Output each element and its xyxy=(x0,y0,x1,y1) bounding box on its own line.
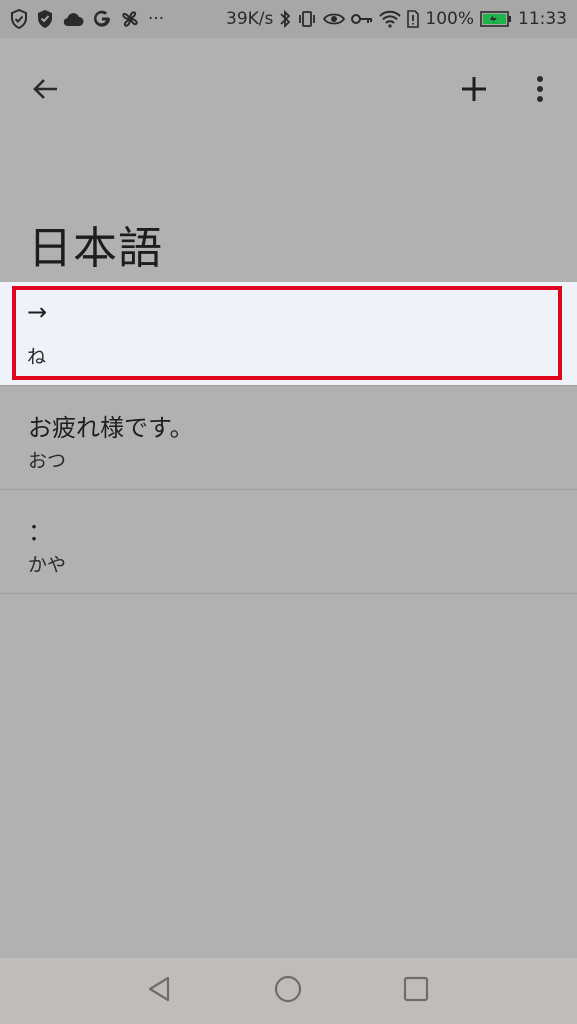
eye-icon xyxy=(323,11,346,27)
shield-check-icon xyxy=(10,9,28,29)
nav-back-button[interactable] xyxy=(119,958,199,1024)
key-icon xyxy=(351,12,373,26)
overflow-menu-button[interactable] xyxy=(520,68,560,114)
vibrate-icon xyxy=(297,9,317,29)
entry-reading: かや xyxy=(28,554,67,576)
list-item[interactable]: → ね xyxy=(0,282,577,386)
sim-alert-icon xyxy=(407,10,420,28)
shield-icon xyxy=(36,9,54,29)
app-toolbar xyxy=(0,38,577,142)
entry-word: ： xyxy=(28,518,52,546)
add-button[interactable] xyxy=(451,68,497,114)
network-speed: 39K/s xyxy=(226,9,274,29)
page-title: 日本語 xyxy=(28,223,163,274)
wifi-icon xyxy=(379,10,402,28)
entry-reading: ね xyxy=(27,346,47,368)
circle-home-icon xyxy=(274,975,302,1007)
clock: 11:33 xyxy=(518,9,567,29)
cloud-icon xyxy=(62,11,84,27)
status-bar: ··· 39K/s 100% 11:33 xyxy=(0,0,577,38)
highlight-frame xyxy=(12,286,562,380)
fan-icon xyxy=(120,9,140,29)
system-nav-bar xyxy=(0,958,577,1024)
entry-word: → xyxy=(27,298,48,326)
status-left-icons: ··· xyxy=(10,0,164,38)
bluetooth-icon xyxy=(279,9,291,29)
status-right: 39K/s 100% 11:33 xyxy=(226,0,567,38)
google-icon xyxy=(92,9,112,29)
back-button[interactable] xyxy=(22,68,68,114)
entry-word: お疲れ様です。 xyxy=(28,414,194,442)
battery-icon xyxy=(480,11,512,27)
more-dots-icon: ··· xyxy=(148,9,165,29)
nav-recents-button[interactable] xyxy=(376,958,456,1024)
nav-home-button[interactable] xyxy=(248,958,328,1024)
plus-icon xyxy=(460,75,488,107)
battery-percent: 100% xyxy=(425,9,474,29)
arrow-left-icon xyxy=(31,77,59,105)
more-vertical-icon xyxy=(536,75,544,107)
list-item[interactable]: ： かや xyxy=(0,490,577,594)
entry-reading: おつ xyxy=(28,450,67,472)
entry-list: → ね お疲れ様です。 おつ ： かや xyxy=(0,282,577,594)
triangle-back-icon xyxy=(146,975,172,1007)
list-item[interactable]: お疲れ様です。 おつ xyxy=(0,386,577,490)
square-recents-icon xyxy=(403,976,429,1006)
